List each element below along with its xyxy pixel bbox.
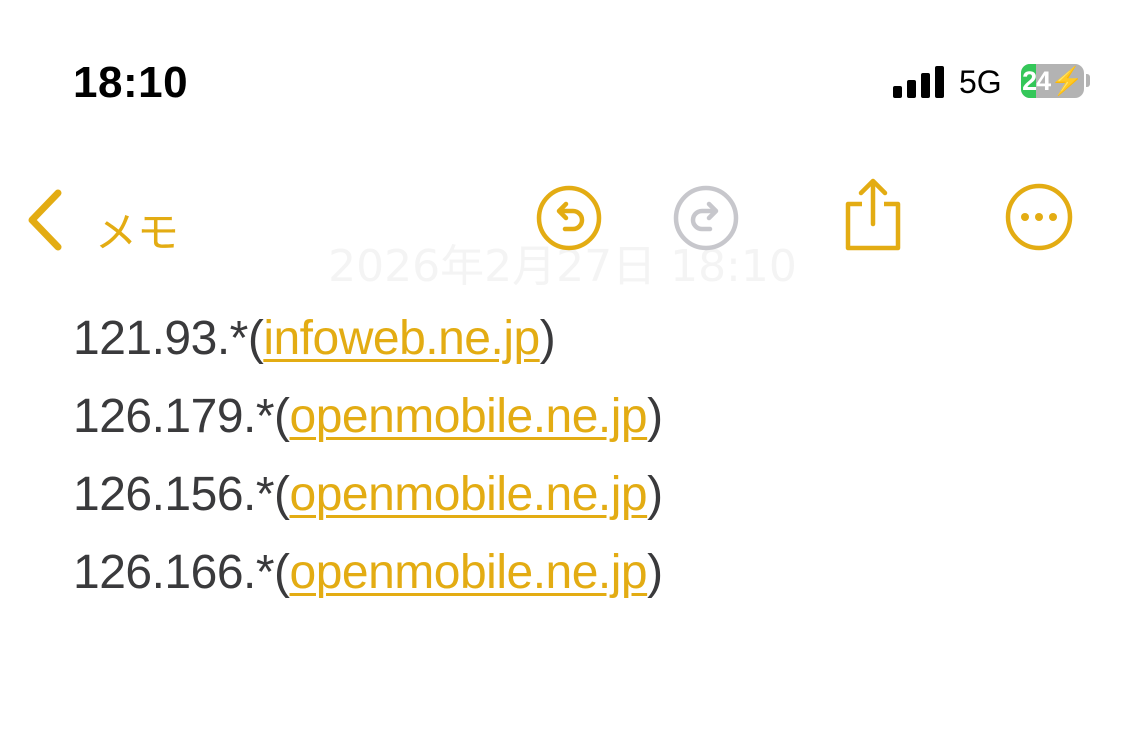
note-line: 126.179.*(openmobile.ne.jp) [73, 384, 663, 462]
back-button[interactable]: メモ [22, 185, 202, 257]
domain-link[interactable]: infoweb.ne.jp [263, 312, 540, 365]
chevron-left-icon [28, 189, 62, 251]
back-label: メモ [95, 208, 180, 257]
ip-prefix: 126.179.*( [73, 390, 290, 443]
note-line: 121.93.*(infoweb.ne.jp) [73, 306, 663, 384]
domain-link[interactable]: openmobile.ne.jp [290, 468, 648, 521]
battery-icon: 24⚡ [1021, 64, 1084, 98]
closing-paren: ) [539, 312, 556, 365]
battery-cap [1086, 74, 1090, 87]
closing-paren: ) [647, 546, 663, 599]
charging-bolt-icon: ⚡ [1050, 66, 1084, 96]
navigation-bar: 2026年2月27日 18:10 メモ [0, 170, 1125, 292]
ip-prefix: 126.156.*( [73, 468, 290, 521]
ip-prefix: 121.93.*( [73, 312, 264, 365]
redo-icon[interactable] [672, 184, 740, 252]
cellular-signal-icon [893, 64, 945, 98]
share-icon[interactable] [842, 176, 904, 252]
note-body[interactable]: 121.93.*(infoweb.ne.jp) 126.179.*(openmo… [73, 306, 663, 618]
closing-paren: ) [647, 390, 663, 443]
more-icon[interactable] [1004, 182, 1074, 252]
network-type: 5G [959, 64, 1002, 100]
note-line: 126.166.*(openmobile.ne.jp) [73, 540, 663, 618]
ip-prefix: 126.166.*( [73, 546, 290, 599]
domain-link[interactable]: openmobile.ne.jp [290, 546, 648, 599]
closing-paren: ) [647, 468, 663, 521]
status-time: 18:10 [73, 58, 189, 107]
status-bar: 18:10 5G 24⚡ [0, 0, 1125, 130]
undo-icon[interactable] [535, 184, 603, 252]
domain-link[interactable]: openmobile.ne.jp [290, 390, 648, 443]
battery-level: 24 [1022, 66, 1051, 96]
note-line: 126.156.*(openmobile.ne.jp) [73, 462, 663, 540]
